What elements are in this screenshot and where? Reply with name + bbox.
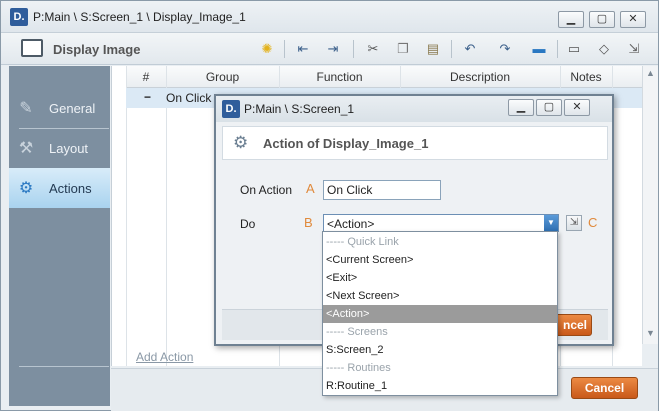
speech-icon[interactable]: ▭ <box>564 40 584 58</box>
paste-icon[interactable]: ▤ <box>423 40 443 58</box>
dropdown-option-selected[interactable]: <Action> <box>323 305 557 323</box>
dropdown-option[interactable]: <Next Screen> <box>323 287 557 305</box>
nav-item-label: General <box>49 101 96 116</box>
nav-item-label: Layout <box>49 141 89 156</box>
dialog-title: P:Main \ S:Screen_1 <box>244 102 355 116</box>
scroll-up-icon[interactable]: ▲ <box>646 68 655 78</box>
cut-icon[interactable]: ✂ <box>363 40 383 58</box>
toolbar-title: Display Image <box>53 42 141 57</box>
table-header: # Group Function Description Notes <box>126 66 642 88</box>
outdent-icon[interactable]: ⇤ <box>293 40 313 58</box>
column-divider <box>126 66 127 366</box>
window-title: P:Main \ S:Screen_1 \ Display_Image_1 <box>33 10 246 24</box>
close-button[interactable]: ✕ <box>620 11 646 28</box>
on-action-label: On Action <box>240 183 293 197</box>
nav-item-general[interactable]: ✎ General <box>9 88 110 128</box>
app-logo-icon: D. <box>10 8 28 26</box>
lightbulb-icon[interactable]: ✺ <box>257 40 277 58</box>
dropdown-group-header: ----- Quick Link <box>326 236 399 248</box>
cancel-button[interactable]: Cancel <box>571 377 638 399</box>
pencil-icon: ✎ <box>19 100 33 117</box>
indent-icon[interactable]: ⇥ <box>323 40 343 58</box>
dialog-maximize-button[interactable]: ▢ <box>536 99 562 116</box>
do-dropdown-list: ----- Quick Link <Current Screen> <Exit>… <box>322 231 558 396</box>
nav-item-layout[interactable]: ⚒ Layout <box>9 128 110 168</box>
dialog-header: ⚙ Action of Display_Image_1 <box>222 126 608 160</box>
nav-divider <box>19 366 109 367</box>
redo-icon[interactable]: ↷ <box>495 40 515 58</box>
column-divider <box>166 66 167 366</box>
collapse-toggle[interactable]: − <box>144 90 151 104</box>
gears-icon: ⚙ <box>18 180 34 197</box>
minimize-button[interactable]: ▁ <box>558 11 584 28</box>
vertical-scrollbar[interactable]: ▲ ▼ <box>642 66 658 344</box>
nav-item-label: Actions <box>49 181 92 196</box>
dialog-title-bar: D. P:Main \ S:Screen_1 ▁ ▢ ✕ <box>216 96 612 122</box>
column-header-function[interactable]: Function <box>279 70 400 84</box>
column-header-number[interactable]: # <box>126 70 166 84</box>
callout-b: B <box>304 215 313 230</box>
dropdown-option[interactable]: S:Screen_2 <box>323 341 557 359</box>
app-logo-icon: D. <box>222 100 240 118</box>
left-nav: ✎ General ⚒ Layout ⚙ Actions <box>9 66 110 406</box>
toolbar-separator <box>557 40 558 58</box>
browse-icon[interactable]: ⇲ <box>566 215 582 231</box>
dialog-heading: Action of Display_Image_1 <box>263 136 429 151</box>
column-header-group[interactable]: Group <box>166 70 279 84</box>
image-icon <box>21 39 43 57</box>
export-icon[interactable]: ⇲ <box>624 40 644 58</box>
row-group-cell: On Click <box>166 91 212 105</box>
chevron-down-icon[interactable]: ▼ <box>544 215 558 231</box>
dropdown-option[interactable]: <Exit> <box>323 269 557 287</box>
do-label: Do <box>240 217 256 231</box>
undo-icon[interactable]: ↶ <box>460 40 480 58</box>
column-header-notes[interactable]: Notes <box>560 70 612 84</box>
gear-icon: ⚙ <box>233 133 249 152</box>
dropdown-group-header: ----- Screens <box>326 326 388 338</box>
dialog-minimize-button[interactable]: ▁ <box>508 99 534 116</box>
callout-a: A <box>306 181 315 196</box>
add-action-link[interactable]: Add Action <box>136 350 193 364</box>
nav-item-actions[interactable]: ⚙ Actions <box>9 168 110 208</box>
copy-icon[interactable]: ❐ <box>393 40 413 58</box>
tag-icon[interactable]: ◇ <box>594 40 614 58</box>
toolbar-separator <box>451 40 452 58</box>
title-bar: D. P:Main \ S:Screen_1 \ Display_Image_1… <box>1 1 658 33</box>
tools-icon: ⚒ <box>18 140 34 157</box>
dropdown-option[interactable]: R:Routine_1 <box>323 377 557 395</box>
toolbar-separator <box>353 40 354 58</box>
dropdown-option[interactable]: <Current Screen> <box>323 251 557 269</box>
toolbar-separator <box>284 40 285 58</box>
maximize-button[interactable]: ▢ <box>589 11 615 28</box>
toolbar: Display Image ✺ ⇤ ⇥ ✂ ❐ ▤ ↶ ↷ ▬ ▭ ◇ ⇲ <box>1 33 658 65</box>
on-action-field[interactable]: On Click <box>323 180 441 200</box>
dialog-close-button[interactable]: ✕ <box>564 99 590 116</box>
do-select[interactable]: <Action> ▼ <box>323 214 559 232</box>
column-header-description[interactable]: Description <box>400 70 560 84</box>
dropdown-group-header: ----- Routines <box>326 362 391 374</box>
callout-c: C <box>588 215 598 230</box>
do-select-value: <Action> <box>327 217 375 231</box>
scroll-down-icon[interactable]: ▼ <box>646 328 655 338</box>
comment-icon[interactable]: ▬ <box>529 40 549 58</box>
